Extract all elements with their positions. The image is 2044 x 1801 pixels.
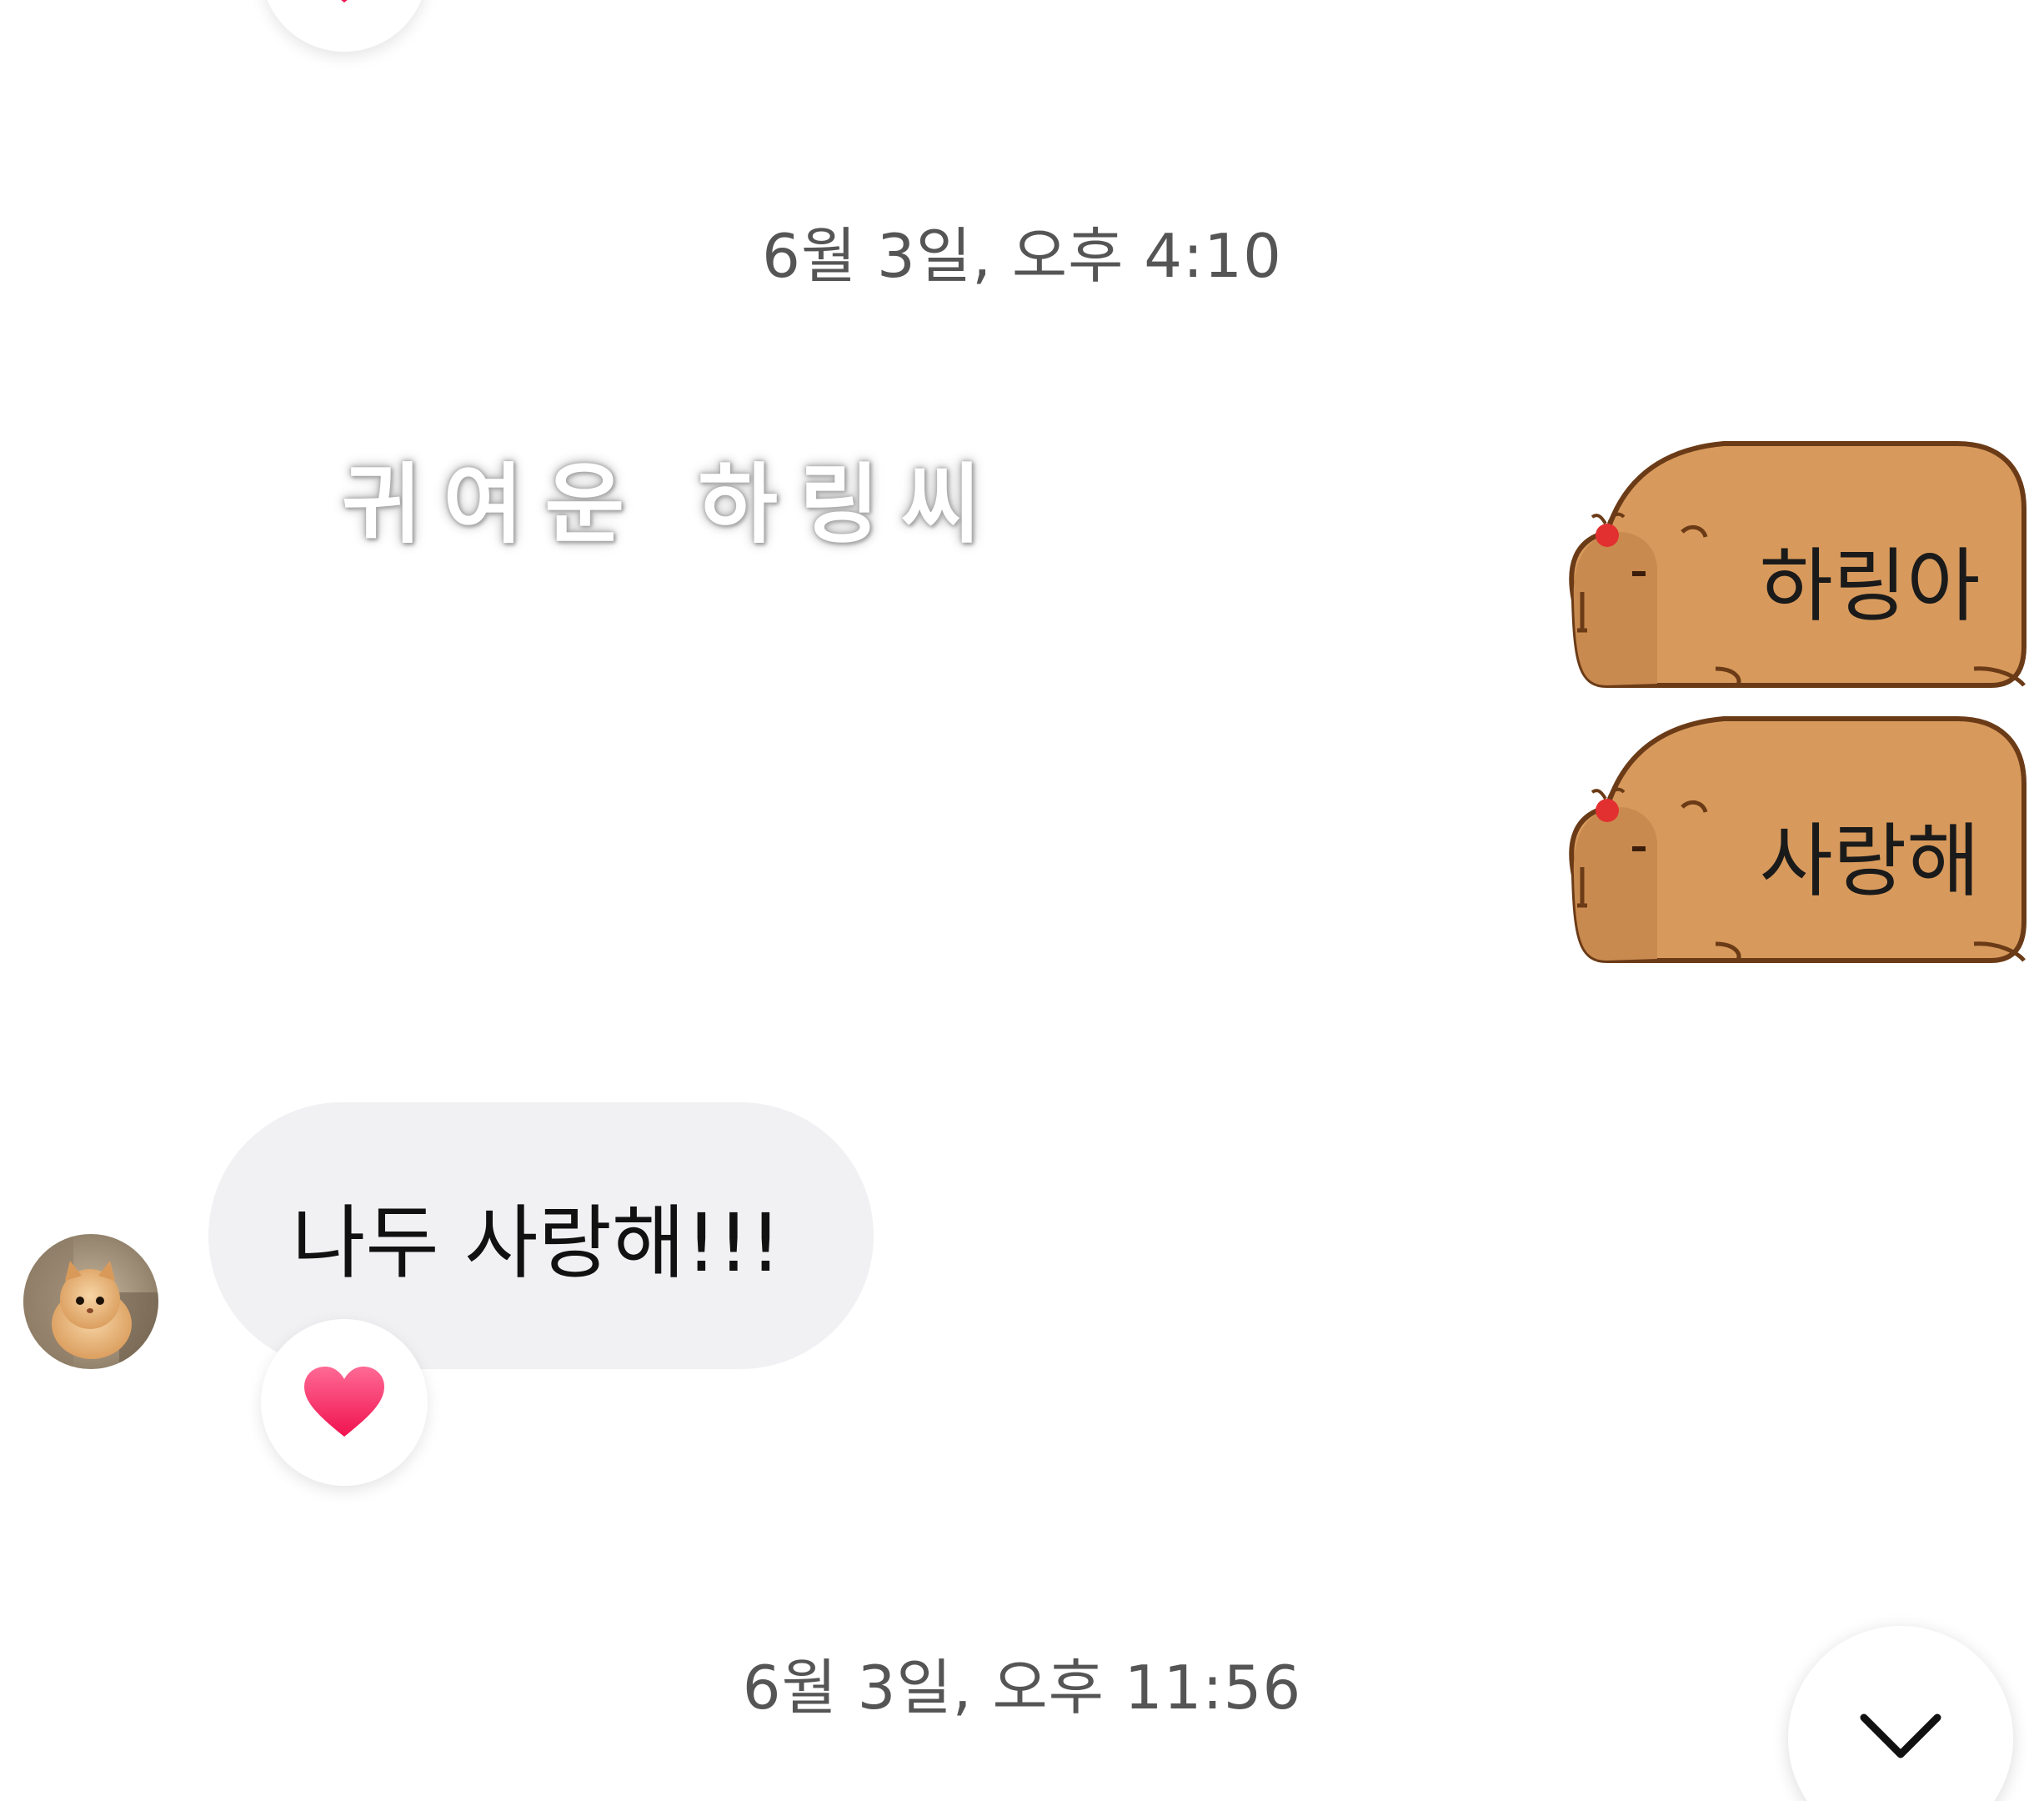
sticker-label: 사랑해 [1759, 815, 1981, 908]
kitten-avatar-icon [23, 1234, 158, 1369]
timestamp: 6월 3일, 오후 11:56 [742, 1653, 1302, 1723]
reaction-bubble-top[interactable] [261, 0, 428, 52]
sticker-label: 하링아 [1759, 539, 1981, 633]
reaction-bubble[interactable] [261, 1319, 428, 1486]
message-text: 나두 사랑해!!! [292, 1196, 782, 1290]
chat-thread: 6월 3일, 오후 4:10 귀여운 하링씨 하링아 사랑해 나두 사랑해!!!… [0, 0, 2044, 1801]
capybara-sticker[interactable]: 하링아 [1557, 434, 2041, 700]
chevron-down-icon [1860, 1713, 1941, 1758]
heart-icon [341, 0, 348, 3]
capybara-sticker[interactable]: 사랑해 [1557, 709, 2041, 976]
avatar[interactable] [23, 1234, 158, 1369]
handwritten-sticker[interactable]: 귀여운 하링씨 [342, 434, 1002, 559]
timestamp: 6월 3일, 오후 4:10 [762, 221, 1282, 291]
heart-icon [304, 1367, 384, 1437]
